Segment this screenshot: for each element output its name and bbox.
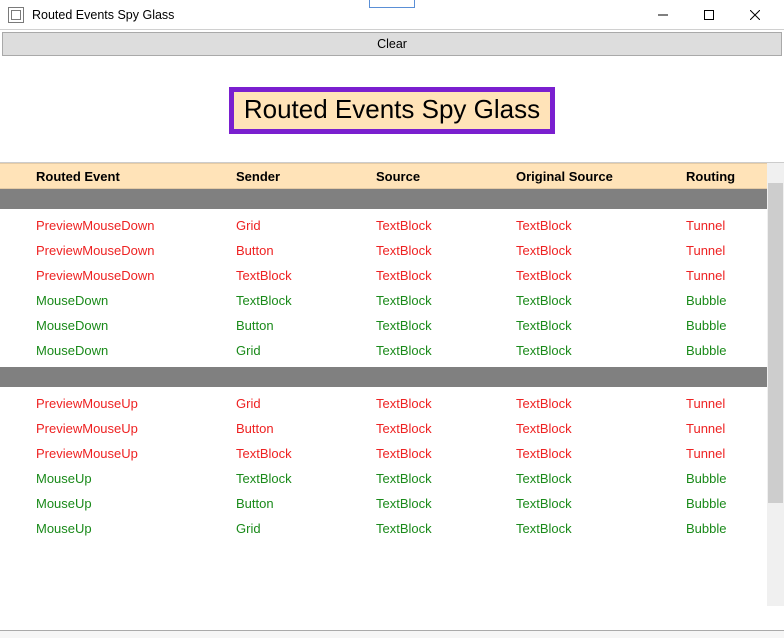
cell-original-source: TextBlock <box>516 471 686 486</box>
banner-area: Routed Events Spy Glass <box>0 58 784 162</box>
cell-source: TextBlock <box>376 421 516 436</box>
cell-routing: Bubble <box>686 293 774 308</box>
table-row[interactable]: PreviewMouseUpGridTextBlockTextBlockTunn… <box>0 391 784 416</box>
cell-original-source: TextBlock <box>516 521 686 536</box>
group-separator <box>0 367 784 387</box>
app-icon <box>8 7 24 23</box>
cell-event: MouseUp <box>36 496 236 511</box>
cell-routing: Bubble <box>686 343 774 358</box>
cell-event: MouseDown <box>36 343 236 358</box>
cell-source: TextBlock <box>376 396 516 411</box>
cell-sender: Button <box>236 243 376 258</box>
cell-original-source: TextBlock <box>516 446 686 461</box>
column-header-original-source[interactable]: Original Source <box>516 169 686 184</box>
column-header-routing[interactable]: Routing <box>686 169 774 184</box>
cell-source: TextBlock <box>376 521 516 536</box>
table-row[interactable]: PreviewMouseUpButtonTextBlockTextBlockTu… <box>0 416 784 441</box>
cell-sender: TextBlock <box>236 446 376 461</box>
table-row[interactable]: PreviewMouseDownTextBlockTextBlockTextBl… <box>0 263 784 288</box>
column-header-source[interactable]: Source <box>376 169 516 184</box>
banner-title[interactable]: Routed Events Spy Glass <box>229 87 555 134</box>
minimize-button[interactable] <box>640 0 686 30</box>
cell-event: PreviewMouseUp <box>36 421 236 436</box>
cell-original-source: TextBlock <box>516 293 686 308</box>
cell-event: MouseUp <box>36 521 236 536</box>
window-bottom-chrome <box>0 630 784 638</box>
cell-sender: Grid <box>236 218 376 233</box>
cell-original-source: TextBlock <box>516 496 686 511</box>
column-header-event[interactable]: Routed Event <box>36 169 236 184</box>
cell-event: PreviewMouseUp <box>36 446 236 461</box>
table-row[interactable]: PreviewMouseDownGridTextBlockTextBlockTu… <box>0 213 784 238</box>
titlebar-debug-pill <box>369 0 415 8</box>
cell-source: TextBlock <box>376 293 516 308</box>
cell-routing: Tunnel <box>686 268 774 283</box>
cell-sender: TextBlock <box>236 471 376 486</box>
group-separator <box>0 189 784 209</box>
window-titlebar: Routed Events Spy Glass <box>0 0 784 30</box>
cell-routing: Bubble <box>686 496 774 511</box>
table-row[interactable]: MouseDownButtonTextBlockTextBlockBubble <box>0 313 784 338</box>
group-rows: PreviewMouseDownGridTextBlockTextBlockTu… <box>0 209 784 367</box>
table-row[interactable]: MouseDownGridTextBlockTextBlockBubble <box>0 338 784 363</box>
table-row[interactable]: MouseDownTextBlockTextBlockTextBlockBubb… <box>0 288 784 313</box>
cell-event: PreviewMouseDown <box>36 268 236 283</box>
cell-sender: Button <box>236 496 376 511</box>
cell-original-source: TextBlock <box>516 318 686 333</box>
table-row[interactable]: PreviewMouseDownButtonTextBlockTextBlock… <box>0 238 784 263</box>
cell-source: TextBlock <box>376 343 516 358</box>
cell-sender: Grid <box>236 521 376 536</box>
cell-sender: TextBlock <box>236 293 376 308</box>
cell-original-source: TextBlock <box>516 218 686 233</box>
cell-source: TextBlock <box>376 446 516 461</box>
cell-event: PreviewMouseDown <box>36 218 236 233</box>
cell-routing: Bubble <box>686 318 774 333</box>
column-header-sender[interactable]: Sender <box>236 169 376 184</box>
table-row[interactable]: PreviewMouseUpTextBlockTextBlockTextBloc… <box>0 441 784 466</box>
scrollbar-thumb[interactable] <box>768 183 783 503</box>
cell-source: TextBlock <box>376 268 516 283</box>
cell-routing: Tunnel <box>686 396 774 411</box>
cell-sender: TextBlock <box>236 268 376 283</box>
cell-source: TextBlock <box>376 496 516 511</box>
cell-original-source: TextBlock <box>516 396 686 411</box>
cell-event: MouseDown <box>36 318 236 333</box>
cell-source: TextBlock <box>376 318 516 333</box>
cell-source: TextBlock <box>376 243 516 258</box>
cell-event: PreviewMouseDown <box>36 243 236 258</box>
table-row[interactable]: MouseUpButtonTextBlockTextBlockBubble <box>0 491 784 516</box>
clear-button[interactable]: Clear <box>2 32 782 56</box>
maximize-button[interactable] <box>686 0 732 30</box>
cell-sender: Grid <box>236 396 376 411</box>
column-header-row: Routed Event Sender Source Original Sour… <box>0 163 784 189</box>
cell-routing: Tunnel <box>686 218 774 233</box>
cell-event: PreviewMouseUp <box>36 396 236 411</box>
vertical-scrollbar[interactable] <box>767 163 784 606</box>
cell-original-source: TextBlock <box>516 243 686 258</box>
window-title: Routed Events Spy Glass <box>32 8 174 22</box>
table-row[interactable]: MouseUpGridTextBlockTextBlockBubble <box>0 516 784 541</box>
cell-source: TextBlock <box>376 471 516 486</box>
cell-source: TextBlock <box>376 218 516 233</box>
cell-original-source: TextBlock <box>516 268 686 283</box>
table-row[interactable]: MouseUpTextBlockTextBlockTextBlockBubble <box>0 466 784 491</box>
cell-event: MouseDown <box>36 293 236 308</box>
close-button[interactable] <box>732 0 778 30</box>
group-rows: PreviewMouseUpGridTextBlockTextBlockTunn… <box>0 387 784 545</box>
cell-original-source: TextBlock <box>516 421 686 436</box>
cell-routing: Bubble <box>686 471 774 486</box>
cell-routing: Tunnel <box>686 243 774 258</box>
event-grid: Routed Event Sender Source Original Sour… <box>0 162 784 606</box>
cell-sender: Button <box>236 421 376 436</box>
cell-routing: Tunnel <box>686 446 774 461</box>
cell-event: MouseUp <box>36 471 236 486</box>
cell-sender: Grid <box>236 343 376 358</box>
cell-sender: Button <box>236 318 376 333</box>
cell-routing: Tunnel <box>686 421 774 436</box>
cell-original-source: TextBlock <box>516 343 686 358</box>
cell-routing: Bubble <box>686 521 774 536</box>
